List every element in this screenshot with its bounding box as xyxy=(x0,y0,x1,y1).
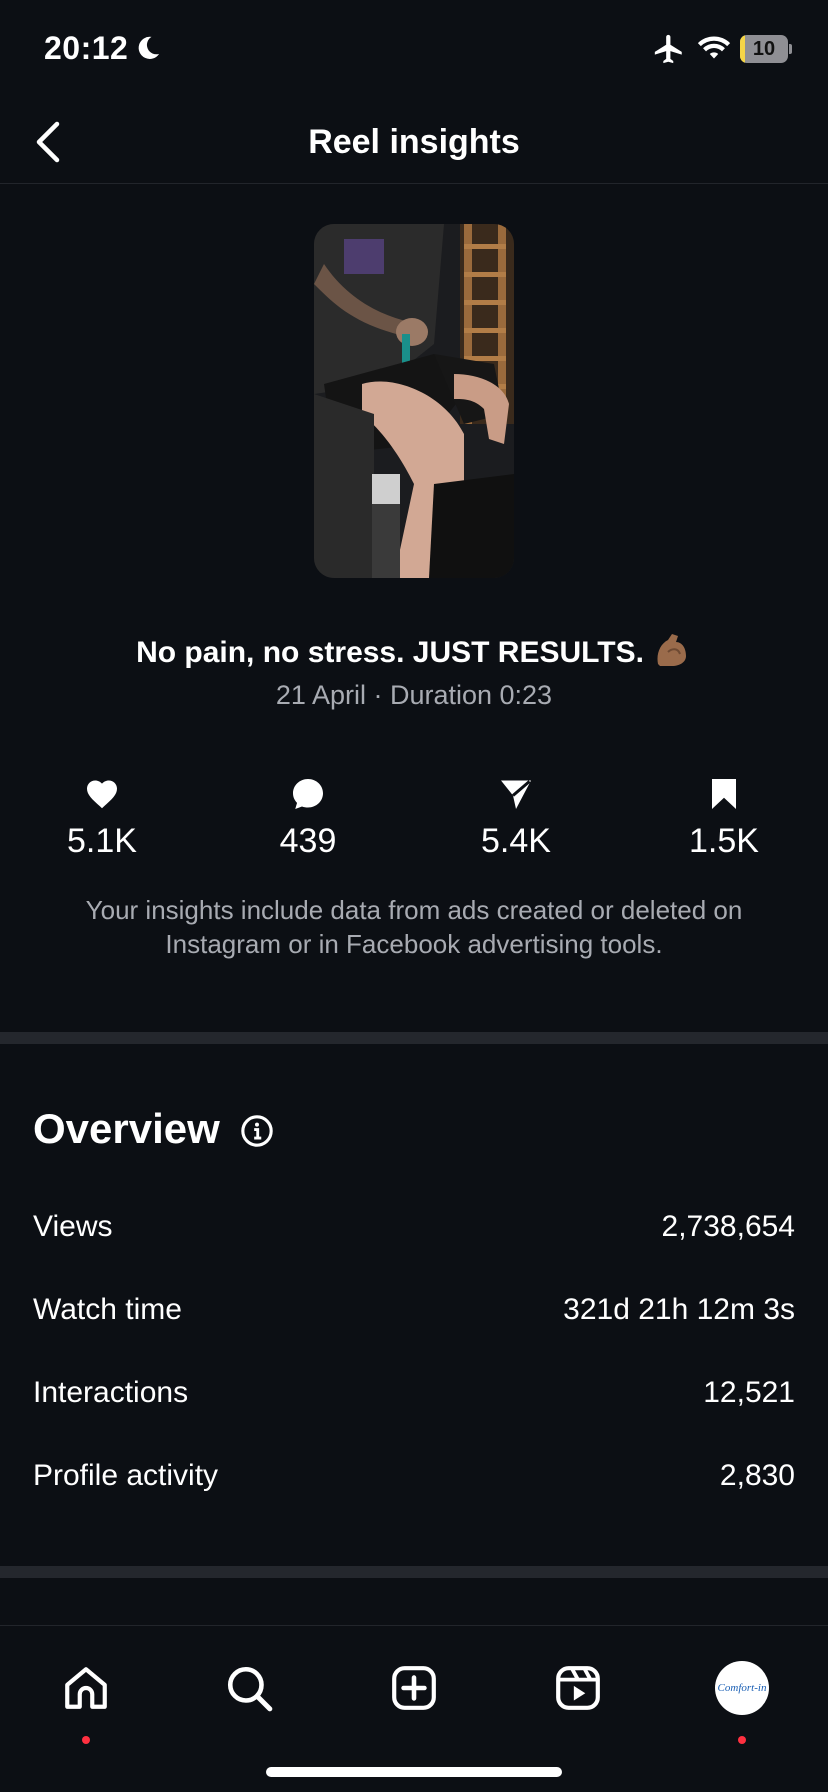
metric-value: 12,521 xyxy=(703,1376,795,1409)
airplane-icon xyxy=(654,34,682,64)
chevron-left-icon xyxy=(36,121,60,163)
stat-comments: 439 xyxy=(228,776,388,861)
stat-shares: 5.4K xyxy=(436,776,596,861)
stat-saves-value: 1.5K xyxy=(689,822,759,860)
status-time: 20:12 xyxy=(44,30,129,66)
status-bar: 20:12 10 xyxy=(0,0,828,100)
info-icon[interactable] xyxy=(240,1114,274,1148)
stat-likes: 5.1K xyxy=(22,776,182,861)
back-button[interactable] xyxy=(20,114,76,170)
reel-insights-screen: 20:12 10 Reel insights No pain, no stres… xyxy=(0,0,828,1792)
battery-level: 10 xyxy=(752,38,776,60)
reel-caption-text: No pain, no stress. JUST RESULTS. xyxy=(136,636,644,669)
bookmark-icon xyxy=(712,779,736,809)
top-header: Reel insights xyxy=(0,100,828,184)
metric-label: Profile activity xyxy=(33,1459,219,1492)
section-divider xyxy=(0,1032,828,1044)
share-icon xyxy=(501,780,531,809)
moon-icon xyxy=(138,36,160,59)
reel-thumbnail-image xyxy=(314,224,514,578)
nav-profile[interactable]: Comfort-in xyxy=(702,1648,782,1744)
reel-meta: 21 April · Duration 0:23 xyxy=(275,680,553,710)
nav-home[interactable] xyxy=(46,1648,126,1744)
insights-disclaimer: Your insights include data from ads crea… xyxy=(85,895,743,959)
nav-reels[interactable] xyxy=(538,1648,618,1728)
avatar-logo-text: Comfort-in xyxy=(717,1682,767,1694)
page-title: Reel insights xyxy=(308,123,520,161)
notification-dot xyxy=(738,1736,746,1744)
metric-views: Views 2,738,654 xyxy=(33,1210,795,1250)
metric-value: 321d 21h 12m 3s xyxy=(563,1293,795,1326)
stat-likes-value: 5.1K xyxy=(67,822,137,860)
metric-label: Views xyxy=(33,1210,113,1243)
notification-dot xyxy=(82,1736,90,1744)
engagement-stats: 5.1K 439 5.4K 1.5K xyxy=(0,776,828,876)
battery-icon: 10 xyxy=(740,35,792,63)
stat-saves: 1.5K xyxy=(644,776,804,861)
home-icon xyxy=(65,1667,107,1709)
comment-icon xyxy=(293,779,323,809)
metric-value: 2,738,654 xyxy=(661,1210,795,1243)
metric-value: 2,830 xyxy=(719,1459,795,1492)
profile-avatar: Comfort-in xyxy=(715,1661,769,1715)
nav-search[interactable] xyxy=(209,1648,289,1728)
reel-thumbnail[interactable] xyxy=(314,224,514,578)
metric-watch-time: Watch time 321d 21h 12m 3s xyxy=(33,1293,795,1333)
stat-comments-value: 439 xyxy=(279,822,337,860)
nav-create[interactable] xyxy=(374,1648,454,1728)
flexed-biceps-emoji xyxy=(657,634,686,666)
reels-icon xyxy=(556,1666,600,1710)
stat-shares-value: 5.4K xyxy=(481,822,551,860)
search-icon xyxy=(227,1666,273,1712)
create-icon xyxy=(392,1666,436,1710)
metric-interactions: Interactions 12,521 xyxy=(33,1376,795,1416)
section-divider xyxy=(0,1566,828,1578)
home-indicator xyxy=(266,1767,562,1777)
metric-profile-activity: Profile activity 2,830 xyxy=(33,1459,795,1499)
reel-caption: No pain, no stress. JUST RESULTS. xyxy=(0,630,828,670)
heart-icon xyxy=(87,780,117,809)
metric-label: Interactions xyxy=(33,1376,189,1409)
overview-title: Overview xyxy=(33,1105,220,1152)
metric-label: Watch time xyxy=(33,1293,182,1326)
wifi-icon xyxy=(697,36,731,59)
